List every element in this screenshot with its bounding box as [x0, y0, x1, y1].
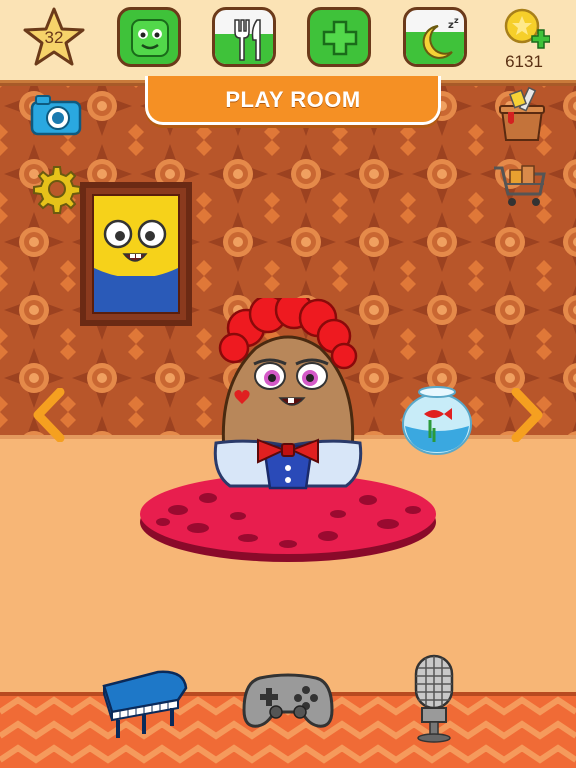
camera-icon — [30, 95, 82, 136]
svg-text:z: z — [454, 16, 459, 25]
plus-cross-icon — [322, 20, 358, 56]
sleep-meter-button[interactable]: z z — [403, 7, 467, 67]
gear-icon — [33, 166, 81, 214]
minion-picture — [80, 182, 192, 326]
next-room-arrow[interactable] — [506, 387, 546, 443]
room-title: PLAY ROOM — [145, 76, 441, 125]
settings-button[interactable] — [32, 164, 82, 214]
coin-icon — [504, 8, 550, 49]
chevron-right-icon — [511, 387, 543, 443]
microphone-button[interactable] — [406, 652, 462, 744]
fishbowl-icon — [402, 386, 472, 455]
health-meter-button[interactable] — [117, 7, 181, 67]
level-value: 32 — [44, 28, 64, 47]
medicine-meter-button[interactable] — [307, 7, 371, 67]
shopping-cart-icon — [494, 165, 546, 206]
fishbowl[interactable] — [400, 384, 474, 456]
coins-display[interactable]: 6131 — [498, 4, 554, 74]
moon-icon: z z — [422, 16, 459, 59]
level-badge[interactable]: 32 — [22, 6, 86, 70]
shop-button[interactable] — [492, 162, 548, 212]
chevron-left-icon — [33, 387, 65, 443]
pou-pet — [213, 290, 363, 490]
top-bar: 32 z z 6131 — [0, 0, 576, 83]
fork-knife-icon — [234, 19, 261, 61]
paint-button[interactable] — [494, 84, 550, 144]
picture-frame[interactable] — [80, 182, 192, 326]
gamepad-button[interactable] — [242, 670, 334, 732]
coins-value: 6131 — [505, 52, 543, 71]
piano-icon — [102, 670, 188, 738]
food-meter-button[interactable] — [212, 7, 276, 67]
prev-room-arrow[interactable] — [30, 387, 70, 443]
green-face-icon — [131, 19, 169, 57]
piano-button[interactable] — [98, 664, 190, 742]
microphone-icon — [414, 654, 454, 743]
paint-bucket-icon — [499, 86, 545, 141]
gamepad-icon — [242, 673, 334, 728]
camera-button[interactable] — [28, 92, 84, 138]
pet-character[interactable] — [206, 290, 370, 498]
